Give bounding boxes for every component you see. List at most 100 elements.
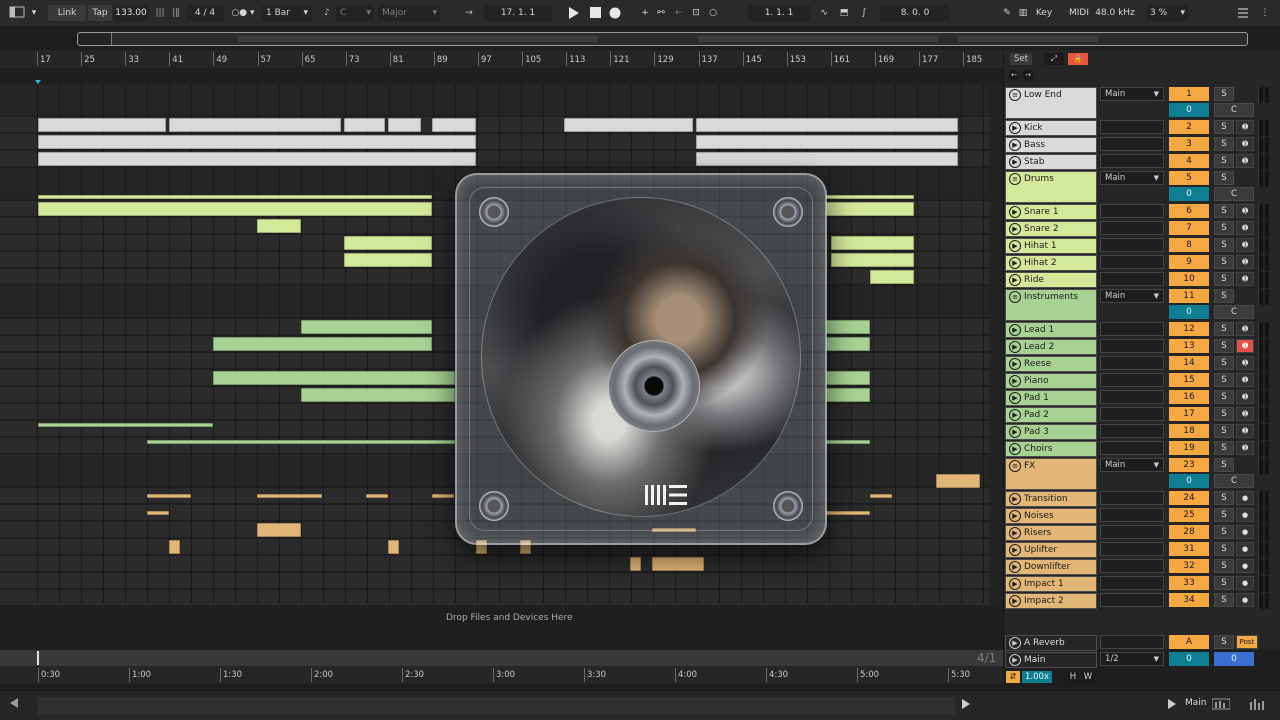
nudge-icon[interactable]: ||| — [152, 5, 168, 21]
solo-button[interactable]: S — [1214, 272, 1234, 286]
play-icon[interactable]: ▶ — [1009, 443, 1021, 455]
record-arm-icon[interactable]: ● — [1236, 508, 1254, 522]
draw-mode-icon[interactable]: ✎ — [1000, 5, 1014, 21]
track-number[interactable]: A — [1169, 635, 1209, 649]
output-select[interactable]: Main ▼ — [1100, 171, 1164, 185]
record-arm-icon[interactable]: ➊ — [1236, 238, 1254, 252]
play-icon[interactable]: ▶ — [1009, 392, 1021, 404]
clip[interactable] — [344, 253, 432, 267]
arrangement-overview[interactable] — [77, 32, 1248, 46]
main-pan[interactable]: 0 — [1214, 652, 1254, 666]
track-lane[interactable] — [0, 556, 990, 572]
play-icon[interactable]: ▶ — [1009, 426, 1021, 438]
view-toggle-icon[interactable] — [8, 5, 26, 21]
route-select[interactable] — [1100, 137, 1164, 151]
record-arm-icon[interactable]: ➊ — [1236, 339, 1254, 353]
clip[interactable] — [826, 371, 870, 385]
session-record-icon[interactable]: ○ — [706, 5, 720, 21]
solo-button[interactable]: S — [1214, 458, 1234, 472]
solo-button[interactable]: S — [1214, 238, 1234, 252]
time-scrub-area[interactable] — [0, 650, 1003, 666]
track-name[interactable]: ▶ Stab — [1005, 154, 1097, 170]
punch-out-icon[interactable]: ∫ — [856, 5, 872, 21]
playhead[interactable] — [37, 651, 39, 665]
clip[interactable] — [388, 118, 421, 132]
mixer-track[interactable]: ▶ Pad 1 16 S ➊ — [1004, 390, 1280, 407]
cue-button[interactable]: C — [1214, 305, 1254, 319]
clip[interactable] — [432, 118, 476, 132]
track-activator[interactable]: 5 — [1169, 171, 1209, 185]
track-activator[interactable]: 4 — [1169, 154, 1209, 168]
track-name[interactable]: ▶ Noises — [1005, 508, 1097, 524]
mixer-track[interactable]: ▶ Snare 1 6S➊ — [1004, 204, 1280, 221]
group-fold-icon[interactable]: ≡ — [1009, 291, 1021, 303]
punch-in-icon[interactable]: ∿ — [816, 5, 832, 21]
group-track[interactable]: ≡ Low End Main ▼ 1 S 0 C — [1004, 87, 1280, 120]
track-activator[interactable]: 25 — [1169, 508, 1209, 522]
track-name[interactable]: ≡ Low End — [1005, 87, 1097, 119]
route-select[interactable] — [1100, 322, 1164, 336]
group-volume[interactable]: 0 — [1169, 103, 1209, 117]
track-activator[interactable]: 28 — [1169, 525, 1209, 539]
track-activator[interactable]: 13 — [1169, 339, 1209, 353]
clip[interactable] — [169, 540, 180, 554]
set-button[interactable]: Set — [1010, 53, 1032, 65]
solo-button[interactable]: S — [1214, 424, 1234, 438]
track-activator[interactable]: 2 — [1169, 120, 1209, 134]
clip[interactable] — [826, 320, 870, 334]
play-icon[interactable]: ▶ — [1009, 341, 1021, 353]
track-name[interactable]: ▶ Snare 2 — [1005, 221, 1097, 237]
record-arm-icon[interactable]: ● — [1236, 559, 1254, 573]
clip[interactable] — [38, 202, 432, 216]
group-fold-icon[interactable]: ≡ — [1009, 460, 1021, 472]
loop-switch-icon[interactable]: ⬒ — [836, 5, 852, 21]
solo-button[interactable]: S — [1214, 137, 1234, 151]
route-select[interactable] — [1100, 373, 1164, 387]
cue-button[interactable]: C — [1214, 187, 1254, 201]
solo-button[interactable]: S — [1214, 356, 1234, 370]
route-select[interactable] — [1100, 424, 1164, 438]
play-icon[interactable]: ▶ — [1009, 493, 1021, 505]
w-button[interactable]: W — [1082, 671, 1094, 683]
mixer-track[interactable]: ▶ Risers 28 S ● — [1004, 525, 1280, 542]
menu-icon[interactable]: ⋮ — [1258, 5, 1272, 21]
mixer-track[interactable]: ▶ Stab 4 S ➊ — [1004, 154, 1280, 171]
scale-mode-icon[interactable]: ♪ — [320, 5, 334, 21]
stop-icon[interactable] — [588, 5, 602, 21]
track-name[interactable]: ▶ Reese — [1005, 356, 1097, 372]
clip[interactable] — [630, 557, 641, 571]
play-icon[interactable]: ▶ — [1009, 324, 1021, 336]
cue-button[interactable]: C — [1214, 103, 1254, 117]
track-lane[interactable] — [0, 84, 990, 116]
play-icon[interactable]: ▶ — [1009, 240, 1021, 252]
play-icon[interactable]: ▶ — [1009, 510, 1021, 522]
route-select[interactable] — [1100, 120, 1164, 134]
track-activator[interactable]: 3 — [1169, 137, 1209, 151]
clip[interactable] — [366, 494, 388, 498]
clip[interactable] — [213, 371, 455, 385]
clip[interactable] — [213, 337, 432, 351]
mixer-track[interactable]: ▶ Bass 3 S ➊ — [1004, 137, 1280, 154]
track-name[interactable]: ▶ Impact 2 — [1005, 593, 1097, 609]
record-arm-icon[interactable]: ● — [1236, 491, 1254, 505]
scale-select[interactable]: Major ▾ — [378, 5, 440, 21]
clip[interactable] — [936, 474, 980, 488]
record-arm-icon[interactable]: ➊ — [1236, 255, 1254, 269]
clip[interactable] — [147, 440, 455, 444]
route-select[interactable] — [1100, 576, 1164, 590]
nav-right-icon[interactable]: → — [1022, 70, 1034, 81]
record-arm-icon[interactable]: ➊ — [1236, 272, 1254, 286]
nav-left-icon[interactable]: ← — [1008, 70, 1020, 81]
clip[interactable] — [826, 388, 870, 402]
track-name[interactable]: ▶ Transition — [1005, 491, 1097, 507]
route-select[interactable] — [1100, 635, 1164, 649]
mixer-track[interactable]: ▶ Piano 15 S ➊ — [1004, 373, 1280, 390]
clip[interactable] — [826, 511, 870, 515]
play-icon[interactable]: ▶ — [1009, 561, 1021, 573]
track-lane[interactable] — [0, 573, 990, 589]
h-button[interactable]: H — [1067, 671, 1079, 683]
route-select[interactable] — [1100, 221, 1164, 235]
clip[interactable] — [257, 219, 301, 233]
clip[interactable] — [870, 270, 914, 284]
track-name[interactable]: ▶ Lead 1 — [1005, 322, 1097, 338]
